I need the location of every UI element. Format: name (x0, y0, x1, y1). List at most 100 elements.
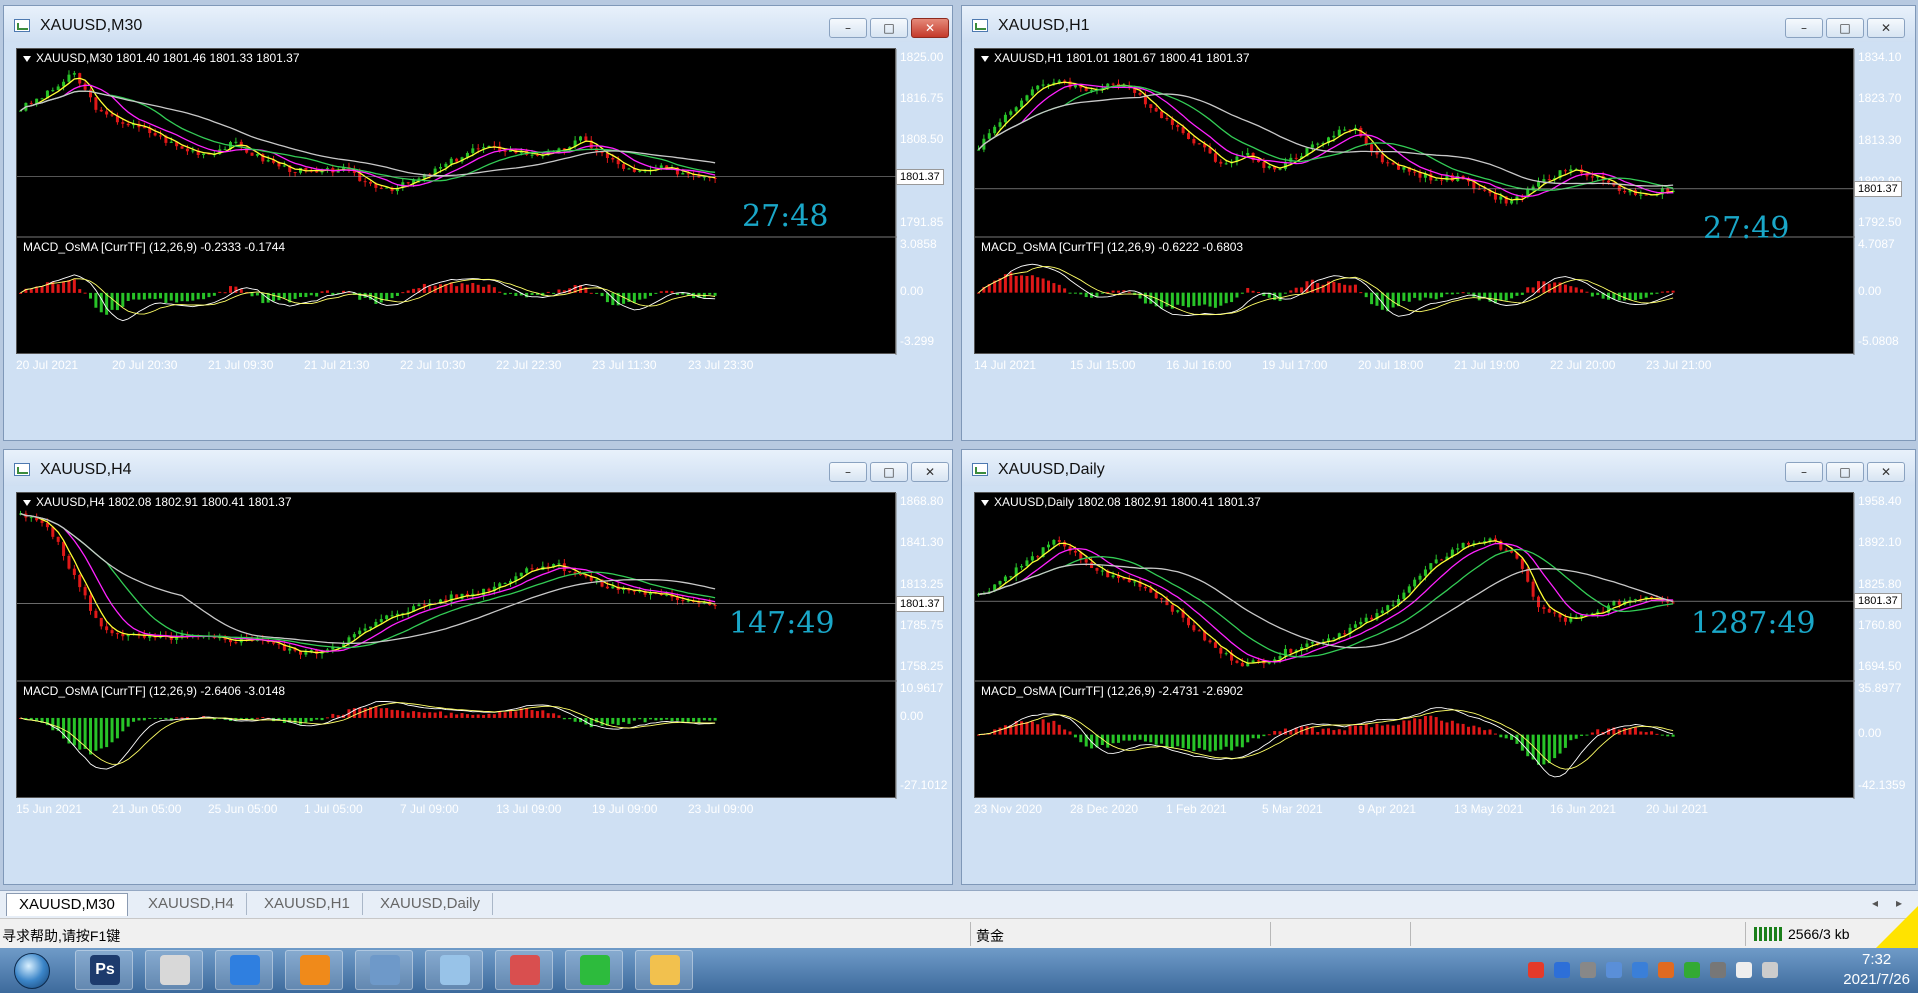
macd-histogram-bar (1267, 734, 1271, 736)
time-axis-label: 22 Jul 20:00 (1550, 358, 1616, 372)
macd-histogram-bar (67, 280, 71, 293)
macd-histogram-bar (412, 288, 416, 293)
tab-xauusd-daily[interactable]: XAUUSD,Daily (368, 893, 494, 915)
macd-histogram-bar (1628, 728, 1632, 735)
taskbar-app-button[interactable]: Ps (75, 950, 133, 990)
dropdown-triangle-icon[interactable] (23, 55, 31, 62)
tab-xauusd-h1[interactable]: XAUUSD,H1 (252, 893, 363, 915)
minimize-button[interactable]: – (829, 18, 867, 38)
window-titlebar[interactable]: XAUUSD,Daily – □ ✕ (962, 450, 1915, 486)
macd-histogram-bar (681, 292, 685, 295)
candle-body (169, 141, 173, 143)
macd-histogram-bar (1563, 284, 1567, 293)
window-titlebar[interactable]: XAUUSD,H4 – □ ✕ (4, 450, 952, 486)
macd-histogram-bar (1660, 734, 1664, 736)
price-tick-label: 1825.80 (1858, 576, 1902, 591)
dropdown-triangle-icon[interactable] (23, 499, 31, 506)
maximize-button[interactable]: □ (1826, 462, 1864, 482)
chart-area[interactable]: XAUUSD,H4 1802.08 1802.91 1800.41 1801.3… (16, 492, 897, 799)
shield-icon[interactable] (1632, 962, 1648, 978)
volume-icon[interactable] (1762, 962, 1778, 978)
macd-histogram-bar (1666, 734, 1670, 737)
macd-histogram-bar (562, 717, 566, 720)
taskbar-app-button[interactable] (565, 950, 623, 990)
wechat-tray-icon[interactable] (1684, 962, 1700, 978)
candle-body (1353, 624, 1357, 628)
candle-body (1138, 92, 1142, 95)
candle-body (1391, 163, 1395, 165)
taskbar-app-button[interactable] (145, 950, 203, 990)
macd-tick-label: 3.0858 (900, 237, 937, 251)
macd-histogram-bar (1574, 287, 1578, 293)
macd-signal-line (20, 702, 716, 765)
chart-window-h4[interactable]: XAUUSD,H4 – □ ✕ XAUUSD,H4 1802.08 1802.9… (3, 449, 953, 885)
macd-histogram-bar (622, 717, 626, 723)
minimize-button[interactable]: – (829, 462, 867, 482)
close-button[interactable]: ✕ (911, 18, 949, 38)
candle-body (1337, 129, 1341, 136)
taskbar-app-button[interactable] (495, 950, 553, 990)
price-tick-label: 1892.10 (1858, 535, 1902, 550)
dropdown-triangle-icon[interactable] (981, 55, 989, 62)
macd-histogram-bar (1526, 287, 1530, 293)
connection-bars-icon (1754, 927, 1784, 941)
usb-icon[interactable] (1606, 962, 1622, 978)
sogou-input-icon[interactable] (1528, 962, 1544, 978)
taskbar-app-button[interactable] (635, 950, 693, 990)
network-icon[interactable] (1580, 962, 1596, 978)
macd-histogram-bar (1391, 725, 1395, 735)
macd-histogram-bar (1219, 734, 1223, 750)
help-icon[interactable] (1554, 962, 1570, 978)
candle-body (153, 133, 157, 136)
minimize-button[interactable]: – (1785, 18, 1823, 38)
macd-histogram-bar (94, 292, 98, 308)
taskbar-app-button[interactable] (425, 950, 483, 990)
tab-xauusd-h4[interactable]: XAUUSD,H4 (136, 893, 247, 915)
chart-window-h1[interactable]: XAUUSD,H1 – □ ✕ XAUUSD,H1 1801.01 1801.6… (961, 5, 1916, 441)
close-button[interactable]: ✕ (911, 462, 949, 482)
maximize-button[interactable]: □ (870, 18, 908, 38)
candle-body (1429, 563, 1433, 570)
macd-histogram-bar (1337, 283, 1341, 293)
macd-histogram-bar (498, 291, 502, 293)
macd-histogram-bar (541, 710, 545, 718)
price-tick-label: 1834.10 (1858, 50, 1902, 64)
window-titlebar[interactable]: XAUUSD,M30 – □ ✕ (4, 6, 952, 42)
chart-window-m30[interactable]: XAUUSD,M30 – □ ✕ XAUUSD,M30 1801.40 1801… (3, 5, 953, 441)
time-axis-label: 7 Jul 09:00 (400, 802, 459, 816)
chart-window-daily[interactable]: XAUUSD,Daily – □ ✕ XAUUSD,Daily 1802.08 … (961, 449, 1916, 885)
dropdown-triangle-icon[interactable] (981, 499, 989, 506)
start-button[interactable] (4, 949, 58, 992)
taskbar-app-button[interactable] (215, 950, 273, 990)
close-button[interactable]: ✕ (1867, 18, 1905, 38)
close-button[interactable]: ✕ (1867, 462, 1905, 482)
candle-body (29, 102, 33, 104)
macd-histogram-bar (433, 712, 437, 718)
maximize-button[interactable]: □ (870, 462, 908, 482)
macd-histogram-bar (1203, 734, 1207, 750)
flag-icon[interactable] (1710, 962, 1726, 978)
chart-window-icon (14, 19, 30, 32)
macd-histogram-bar (51, 717, 55, 731)
macd-histogram-bar (1257, 292, 1260, 294)
price-tick-label: 1823.70 (1858, 91, 1902, 106)
taskbar-app-button[interactable] (355, 950, 413, 990)
tab-xauusd-m30[interactable]: XAUUSD,M30 (6, 893, 128, 916)
bar-countdown-timer: 27:49 (1703, 211, 1790, 246)
chart-area[interactable]: XAUUSD,H1 1801.01 1801.67 1800.41 1801.3… (974, 48, 1855, 355)
macd-histogram-bar (218, 291, 222, 293)
chart-area[interactable]: XAUUSD,Daily 1802.08 1802.91 1800.41 180… (974, 492, 1855, 799)
chart-area[interactable]: XAUUSD,M30 1801.40 1801.46 1801.33 1801.… (16, 48, 897, 355)
antivirus-icon[interactable] (1658, 962, 1674, 978)
price-tick-label: 1785.75 (900, 617, 944, 632)
macd-histogram-bar (1122, 734, 1126, 741)
macd-histogram-bar (557, 289, 561, 293)
clock[interactable]: 7:32 2021/7/26 (1843, 950, 1910, 990)
taskbar-app-button[interactable] (285, 950, 343, 990)
time-axis-label: 1 Feb 2021 (1166, 802, 1227, 816)
window-titlebar[interactable]: XAUUSD,H1 – □ ✕ (962, 6, 1915, 42)
maximize-button[interactable]: □ (1826, 18, 1864, 38)
signal-icon[interactable] (1736, 962, 1752, 978)
candle-body (498, 583, 502, 587)
minimize-button[interactable]: – (1785, 462, 1823, 482)
